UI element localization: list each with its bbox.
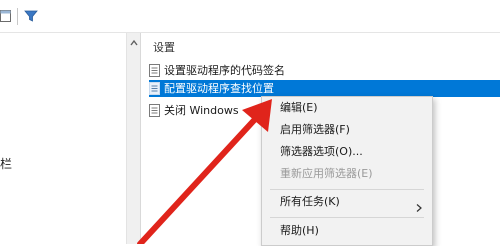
- tree-item-label[interactable]: 栏: [0, 155, 12, 172]
- column-header-settings[interactable]: 设置: [153, 39, 175, 55]
- list-item-label: 设置驱动程序的代码签名: [164, 64, 285, 77]
- menu-item-all-tasks-label: 所有任务(K): [280, 195, 340, 208]
- menu-separator: [270, 189, 424, 190]
- list-item-selected[interactable]: 配置驱动程序查找位置: [149, 80, 274, 97]
- context-menu: 编辑(E) 启用筛选器(F) 筛选器选项(O)... 重新应用筛选器(E) 所有…: [261, 96, 433, 246]
- tree-scrollbar[interactable]: [126, 33, 141, 244]
- policy-icon: [149, 81, 160, 95]
- list-item-label: 关闭 Windows: [164, 104, 239, 117]
- menu-separator: [270, 217, 424, 218]
- policy-icon: [149, 103, 160, 117]
- tree-pane: 栏: [0, 33, 126, 244]
- scroll-up-icon[interactable]: [130, 37, 138, 46]
- menu-item-help[interactable]: 帮助(H): [262, 220, 432, 242]
- list-item[interactable]: 关闭 Windows: [149, 102, 239, 119]
- policy-icon: [149, 63, 160, 77]
- menu-item-all-tasks[interactable]: 所有任务(K): [262, 191, 432, 213]
- list-item-label: 配置驱动程序查找位置: [164, 82, 274, 95]
- filter-icon[interactable]: [24, 9, 38, 23]
- chevron-right-icon: [416, 198, 422, 212]
- window-icon[interactable]: [0, 9, 14, 23]
- menu-item-enable-filter[interactable]: 启用筛选器(F): [262, 119, 432, 141]
- toolbar-separator: [17, 8, 18, 25]
- menu-item-reapply-filter: 重新应用筛选器(E): [280, 167, 373, 180]
- menu-item-edit[interactable]: 编辑(E): [262, 97, 432, 119]
- toolbar: [0, 0, 500, 33]
- list-item[interactable]: 设置驱动程序的代码签名: [149, 62, 285, 79]
- menu-item-filter-options[interactable]: 筛选器选项(O)...: [262, 141, 432, 163]
